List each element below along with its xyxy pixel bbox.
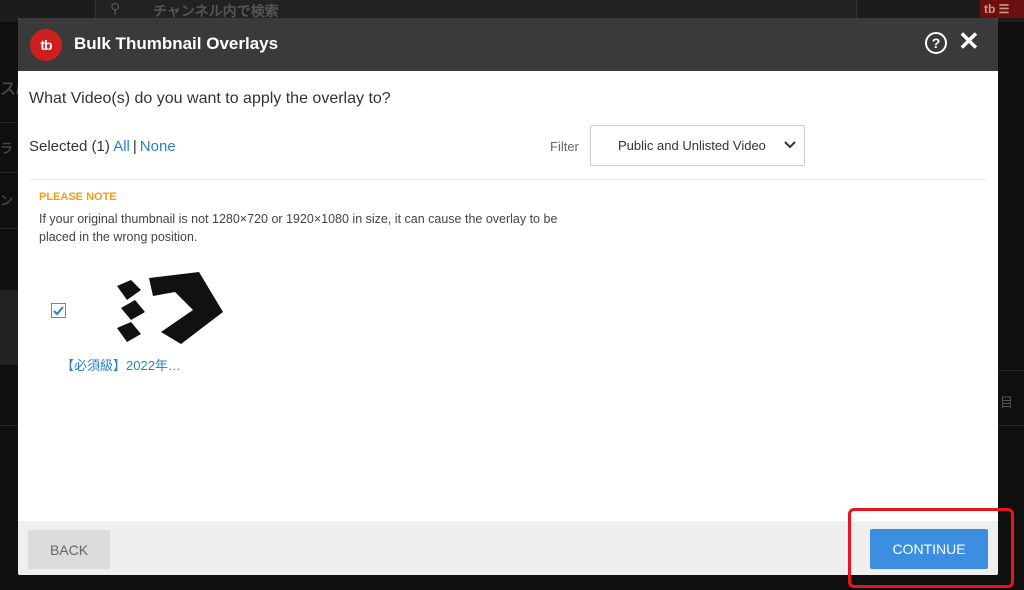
background-tubebuddy-badge: tb ☰ — [980, 0, 1024, 18]
dialog-title: Bulk Thumbnail Overlays — [74, 34, 279, 53]
note-title: PLEASE NOTE — [39, 191, 117, 203]
video-thumbnail[interactable] — [101, 270, 236, 346]
filter-label: Filter — [550, 139, 579, 154]
background-right-text: 目 — [1000, 395, 1014, 410]
chevron-down-icon — [784, 141, 796, 149]
background-divider — [998, 425, 1024, 426]
check-icon — [53, 306, 64, 316]
background-sidebar-block — [0, 290, 18, 365]
video-title-link[interactable]: 【必須級】2022年… — [61, 355, 181, 374]
video-selection-question: What Video(s) do you want to apply the o… — [29, 90, 391, 107]
background-divider — [0, 228, 18, 229]
background-divider — [0, 122, 18, 123]
filter-selected-value: Public and Unlisted Videos — [618, 138, 766, 153]
dialog-header: tb Bulk Thumbnail Overlays ? ✕ — [18, 18, 998, 71]
background-search-icon: ⚲ — [110, 0, 121, 16]
video-checkbox[interactable] — [51, 303, 66, 318]
select-all-link[interactable]: All — [113, 138, 130, 155]
background-left-text: ラ — [0, 141, 14, 156]
background-divider — [0, 425, 18, 426]
tubebuddy-logo: tb — [30, 29, 62, 61]
selection-summary: Selected (1) All | None — [29, 138, 176, 155]
close-icon[interactable]: ✕ — [958, 28, 980, 54]
back-button[interactable]: BACK — [28, 530, 110, 569]
background-left-text: ン — [0, 193, 14, 208]
channel-logo-thumbnail — [117, 272, 223, 344]
note-text: If your original thumbnail is not 1280×7… — [39, 212, 558, 244]
selected-count: Selected (1) — [29, 138, 110, 155]
bulk-thumbnail-overlays-dialog: tb Bulk Thumbnail Overlays ? ✕ What Vide… — [18, 18, 998, 575]
filter-dropdown[interactable]: Public and Unlisted Videos — [590, 125, 805, 166]
select-none-link[interactable]: None — [140, 138, 176, 155]
highlight-annotation — [848, 508, 1014, 588]
section-divider — [29, 179, 987, 180]
background-divider — [998, 370, 1024, 371]
help-circle-icon[interactable]: ? — [925, 32, 947, 54]
background-divider — [0, 172, 18, 173]
link-separator: | — [132, 138, 137, 155]
